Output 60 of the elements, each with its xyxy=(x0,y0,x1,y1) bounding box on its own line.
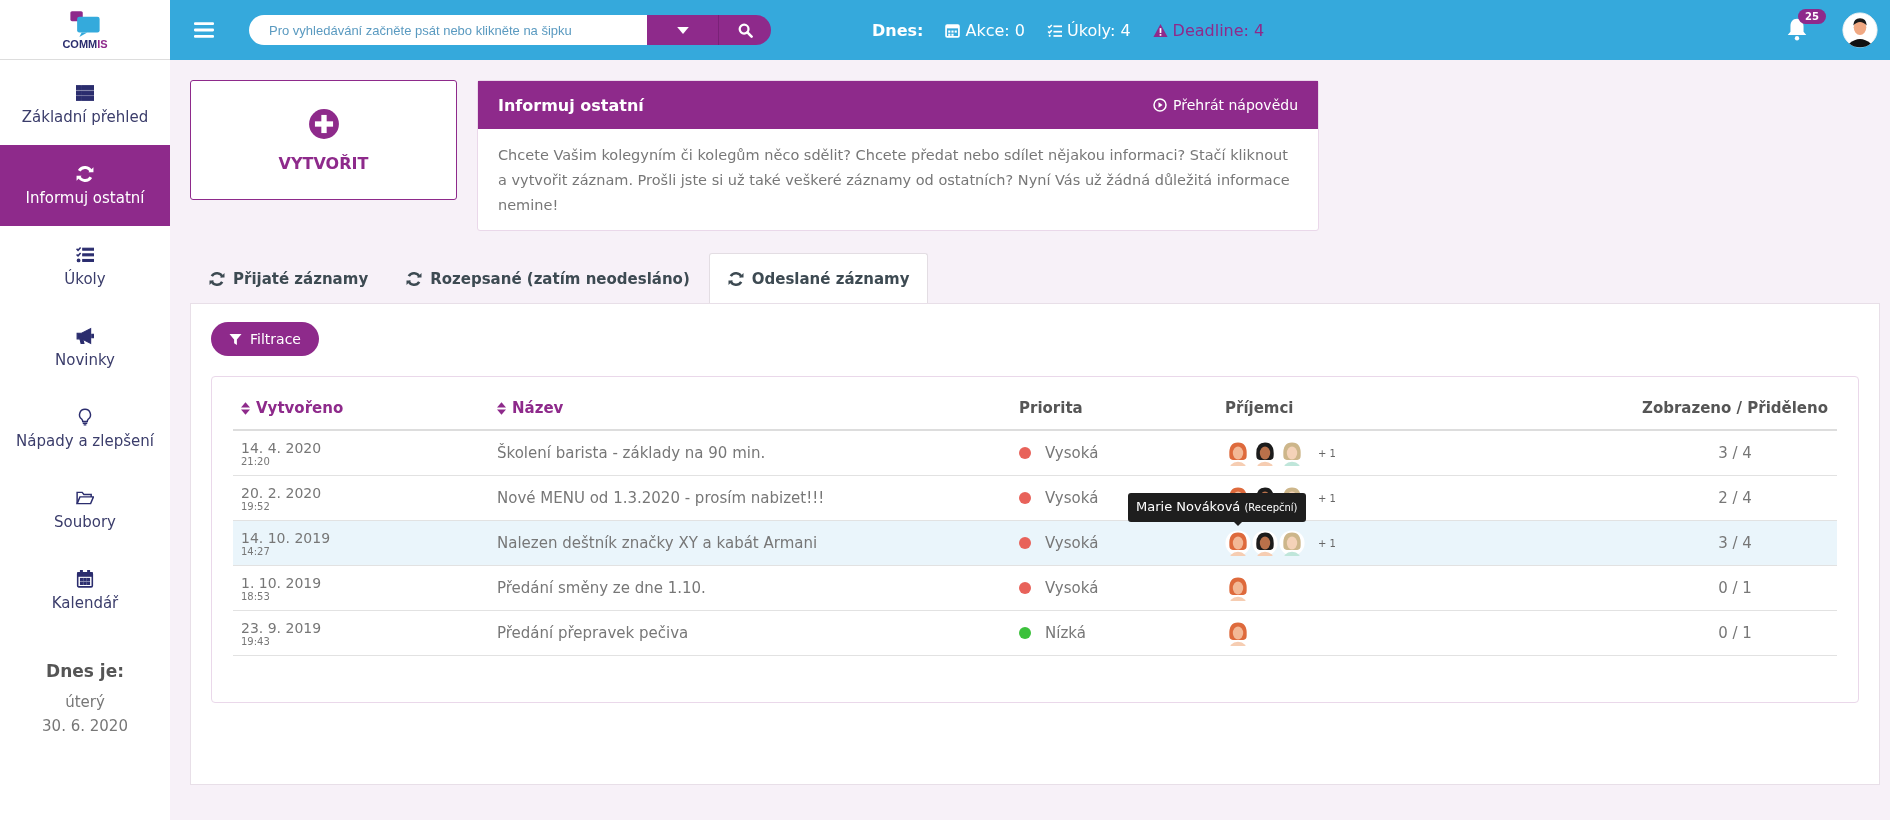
table-row[interactable]: 23. 9. 2019 19:43 Předání přepravek pečiva Nízká 0 / 1 xyxy=(233,611,1837,656)
table-cell: 1. 10. 2019 xyxy=(241,574,322,591)
weekday-text: úterý xyxy=(65,693,105,711)
sidebar-item[interactable]: Kalendář xyxy=(0,550,170,631)
table-cell: 23. 9. 2019 xyxy=(241,619,322,636)
table-cell: 0 / 1 xyxy=(1718,579,1752,597)
table-row[interactable]: 14. 4. 2020 21:20 Školení barista - základy na 90 min. Vysoká + 1 3 / 4 xyxy=(233,431,1837,476)
sidebar-item[interactable]: Informuj ostatní xyxy=(0,145,170,226)
tab[interactable]: Rozepsané (zatím neodesláno) xyxy=(387,253,709,303)
time-text: 19:43 xyxy=(241,635,270,647)
table-cell: Nalezen deštník značky XY a kabát Armani xyxy=(497,534,818,552)
more-count: + 1 xyxy=(1318,447,1336,459)
table-cell: Vysoká xyxy=(1045,489,1099,507)
column-header[interactable]: Název xyxy=(489,399,1011,417)
logo-text: COMMIS xyxy=(62,37,108,50)
time-text: 19:52 xyxy=(241,500,270,512)
search-field[interactable]: Pro vyhledávání začněte psát nebo klikněte na šipku xyxy=(249,15,647,45)
more-count: + 1 xyxy=(1318,492,1336,504)
table-cell: Nové MENU od 1.3.2020 - prosím nabizet!!! xyxy=(497,489,825,507)
info-text: Chcete Vašim kolegyním či kolegům něco sdělit? Chcete předat nebo sdílet nějakou informaci? Stačí kliknout a vytvořit záznam. Prošli jste si už také veškeré záznamy od ostatních? Nyní Vás už žádná důležitá informace nemine! xyxy=(497,146,1291,215)
notification-badge: 25 xyxy=(1798,9,1826,24)
column-header[interactable]: Vytvořeno xyxy=(233,399,489,417)
table-cell: 20. 2. 2020 xyxy=(241,484,322,501)
sidebar-item[interactable]: Novinky xyxy=(0,307,170,388)
today-title: Dnes je: xyxy=(46,661,124,681)
card-title: Informuj ostatní xyxy=(498,95,644,115)
table-row[interactable]: 1. 10. 2019 18:53 Předání směny ze dne 1.10. Vysoká 0 / 1 xyxy=(233,566,1837,611)
table-cell: Nízká xyxy=(1045,624,1086,642)
today-label: Dnes: xyxy=(872,20,924,40)
table-cell: 14. 4. 2020 xyxy=(241,439,322,456)
table-cell: Předání směny ze dne 1.10. xyxy=(497,579,706,597)
table-cell: Školení barista - základy na 90 min. xyxy=(497,444,766,462)
table-cell: Vysoká xyxy=(1045,534,1099,552)
sidebar-item[interactable]: Úkoly xyxy=(0,226,170,307)
date-text: 30. 6. 2020 xyxy=(42,717,128,735)
more-count: + 1 xyxy=(1318,537,1336,549)
filter-button[interactable]: Filtrace xyxy=(211,322,319,356)
time-text: 18:53 xyxy=(241,590,270,602)
column-header: Příjemci xyxy=(1224,399,1295,417)
time-text: 14:27 xyxy=(241,545,270,557)
create-button[interactable]: VYTVOŘIT xyxy=(190,80,457,200)
tab[interactable]: Odeslané záznamy xyxy=(708,253,929,304)
table-cell: 2 / 4 xyxy=(1718,489,1752,507)
help-link[interactable]: Přehrát nápovědu xyxy=(1153,97,1298,113)
table-cell: 3 / 4 xyxy=(1718,534,1752,552)
table-cell: Předání přepravek pečiva xyxy=(497,624,689,642)
time-text: 21:20 xyxy=(241,455,270,467)
table-cell: 3 / 4 xyxy=(1718,444,1752,462)
table-cell: 0 / 1 xyxy=(1718,624,1752,642)
table-row[interactable]: 14. 10. 2019 14:27 Nalezen deštník značky XY a kabát Armani Vysoká + 1 3 / 4 xyxy=(233,521,1837,566)
column-header: Zobrazeno / Přiděleno xyxy=(1641,399,1829,417)
sidebar-item[interactable]: Základní přehled xyxy=(0,64,170,145)
table-cell: Vysoká xyxy=(1045,579,1099,597)
sidebar-item[interactable]: Nápady a zlepšení xyxy=(0,388,170,469)
sidebar-item[interactable]: Soubory xyxy=(0,469,170,550)
table-cell: 14. 10. 2019 xyxy=(241,529,331,546)
tab[interactable]: Přijaté záznamy xyxy=(190,253,388,303)
tooltip: Marie Nováková (Recepční) xyxy=(1128,493,1306,522)
table-cell: Vysoká xyxy=(1045,444,1099,462)
column-header: Priorita xyxy=(1018,399,1084,417)
